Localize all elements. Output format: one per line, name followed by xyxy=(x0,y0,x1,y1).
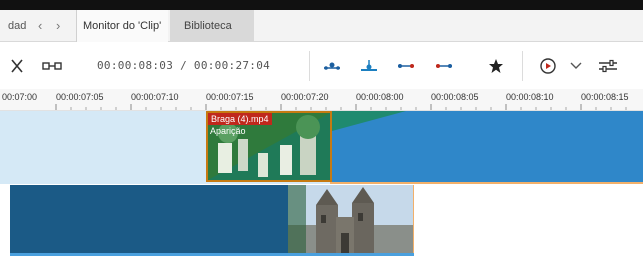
track-left-margin xyxy=(0,184,10,258)
video-clip-braga[interactable]: Braga (4).mp4 Aparição xyxy=(206,111,332,182)
ruler-label: 00:00:08:05 xyxy=(431,92,479,102)
timecode-display: 00:00:08:03 / 00:00:27:04 xyxy=(97,59,271,72)
settings-sliders-icon[interactable] xyxy=(596,43,620,89)
editor-window: dad ‹ › Monitor do 'Clip' Biblioteca 00:… xyxy=(0,0,643,258)
ruler-label: 00:00:08:15 xyxy=(581,92,629,102)
keyframe-next-icon[interactable] xyxy=(432,43,456,89)
window-top-border xyxy=(0,0,643,10)
favorite-star-icon[interactable] xyxy=(484,43,508,89)
ruler-label: 00:00:07:10 xyxy=(131,92,179,102)
clip-thumbnail-church xyxy=(288,185,413,255)
ruler-label: 00:00:08:10 xyxy=(506,92,554,102)
keyframe-prev-icon[interactable] xyxy=(394,43,418,89)
cut-icon[interactable] xyxy=(6,43,28,89)
split-icon[interactable] xyxy=(40,43,64,89)
tab-scroll-right-icon[interactable]: › xyxy=(56,10,60,42)
tab-clip-monitor[interactable]: Monitor do 'Clip' xyxy=(76,10,168,42)
tab-scroll-left-icon[interactable]: ‹ xyxy=(38,10,42,42)
ruler-label: 00:07:00 xyxy=(2,92,38,102)
ruler-label: 00:00:08:00 xyxy=(356,92,404,102)
toolbar-separator xyxy=(522,51,523,81)
toolbar-separator xyxy=(309,51,310,81)
tab-library[interactable]: Biblioteca xyxy=(170,10,254,42)
tab-bar: dad ‹ › Monitor do 'Clip' Biblioteca xyxy=(0,10,643,42)
ruler-label: 00:00:07:05 xyxy=(56,92,104,102)
timeline-ruler[interactable]: 00:07:00 00:00:07:05 00:00:07:10 00:00:0… xyxy=(0,89,643,111)
keyframe-center-icon[interactable] xyxy=(357,43,381,89)
ruler-ticks xyxy=(55,104,627,110)
ruler-label: 00:00:07:20 xyxy=(281,92,329,102)
clip-name-label: Braga (4).mp4 xyxy=(208,113,272,125)
tab-previous-partial[interactable]: dad xyxy=(8,10,26,42)
clip-effect-label: Aparição xyxy=(210,126,246,136)
dropdown-chevron-icon[interactable] xyxy=(566,43,586,89)
ruler-label: 00:00:07:15 xyxy=(206,92,254,102)
main-track-clip-edge xyxy=(10,253,414,256)
timeline-toolbar: 00:00:08:03 / 00:00:27:04 xyxy=(0,43,643,89)
keyframe-add-icon[interactable] xyxy=(320,43,344,89)
play-mode-icon[interactable] xyxy=(536,43,560,89)
